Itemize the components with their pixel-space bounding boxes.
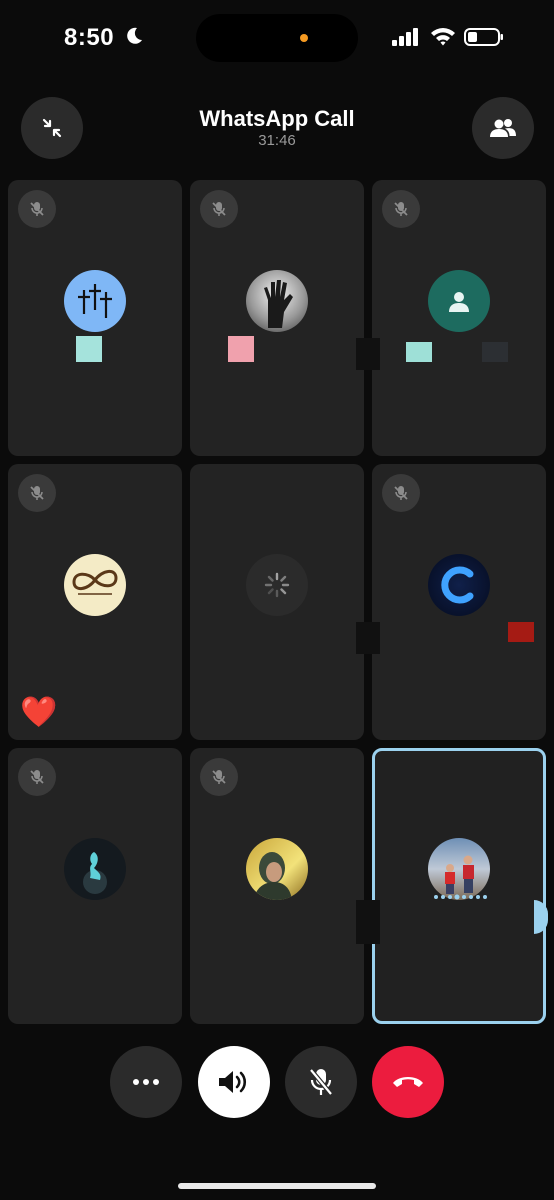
tile-divider xyxy=(356,338,380,370)
avatar xyxy=(64,270,126,332)
person-photo-avatar-image xyxy=(254,852,292,900)
loading-spinner-icon xyxy=(264,572,290,598)
speaker-button[interactable] xyxy=(198,1046,270,1118)
participant-tile-3[interactable] xyxy=(372,180,546,456)
mic-off-icon xyxy=(212,770,226,784)
avatar xyxy=(428,554,490,616)
muted-indicator xyxy=(18,758,56,796)
mic-off-icon xyxy=(309,1068,333,1096)
participant-tile-2[interactable] xyxy=(190,180,364,456)
muted-indicator xyxy=(18,190,56,228)
mermaid-avatar-image xyxy=(83,852,107,894)
children-photo-avatar-image xyxy=(445,855,474,894)
video-thumbnail xyxy=(406,342,432,362)
mic-off-icon xyxy=(394,486,408,500)
status-bar: 8:50 xyxy=(0,0,554,76)
avatar xyxy=(64,838,126,900)
muted-indicator xyxy=(200,758,238,796)
status-time: 8:50 xyxy=(64,24,115,51)
muted-indicator xyxy=(382,474,420,512)
add-participants-icon xyxy=(490,119,516,137)
mute-microphone-button[interactable] xyxy=(285,1046,357,1118)
hand-avatar-image xyxy=(264,280,293,328)
participant-tile-4[interactable]: ❤️ xyxy=(8,464,182,740)
avatar xyxy=(246,270,308,332)
participants-button[interactable] xyxy=(472,97,534,159)
wifi-icon xyxy=(431,28,455,46)
ellipsis-icon xyxy=(133,1079,159,1085)
avatar xyxy=(246,838,308,900)
mic-off-icon xyxy=(394,202,408,216)
letter-c-logo-avatar-image xyxy=(441,566,474,604)
default-avatar xyxy=(428,270,490,332)
mic-off-icon xyxy=(30,770,44,784)
video-thumbnail xyxy=(228,336,254,362)
participant-tile-5[interactable] xyxy=(190,464,364,740)
battery-icon xyxy=(464,28,503,46)
cellular-signal-icon xyxy=(392,28,418,46)
more-options-button[interactable] xyxy=(110,1046,182,1118)
infinity-logo-avatar-image xyxy=(72,570,118,595)
video-thumbnail xyxy=(482,342,508,362)
dynamic-island xyxy=(196,14,358,62)
muted-indicator xyxy=(200,190,238,228)
video-thumbnail xyxy=(508,622,534,642)
participant-tile-8[interactable] xyxy=(190,748,364,1024)
speaker-icon xyxy=(219,1071,247,1093)
person-icon xyxy=(449,292,469,312)
tile-divider xyxy=(356,622,380,654)
mic-off-icon xyxy=(30,202,44,216)
participant-tile-6[interactable] xyxy=(372,464,546,740)
mic-in-use-indicator xyxy=(300,34,308,42)
home-indicator[interactable] xyxy=(178,1183,376,1189)
mic-off-icon xyxy=(30,486,44,500)
video-thumbnail xyxy=(76,336,102,362)
participant-tile-9[interactable] xyxy=(372,748,546,1024)
moon-icon xyxy=(127,27,142,44)
mic-off-icon xyxy=(212,202,226,216)
avatar xyxy=(428,838,490,900)
heart-reaction: ❤️ xyxy=(20,696,58,729)
tile-divider xyxy=(356,900,380,944)
participant-tile-7[interactable] xyxy=(8,748,182,1024)
participant-tile-1[interactable] xyxy=(8,180,182,456)
call-duration: 31:46 xyxy=(258,132,296,149)
speaking-indicator-dots xyxy=(434,894,487,900)
avatar-connecting xyxy=(246,554,308,616)
muted-indicator xyxy=(382,190,420,228)
call-title: WhatsApp Call xyxy=(199,106,355,131)
crosses-avatar-image xyxy=(78,284,112,318)
end-call-button[interactable] xyxy=(372,1046,444,1118)
muted-indicator xyxy=(18,474,56,512)
avatar xyxy=(64,554,126,616)
phone-hangup-icon xyxy=(393,1077,423,1087)
